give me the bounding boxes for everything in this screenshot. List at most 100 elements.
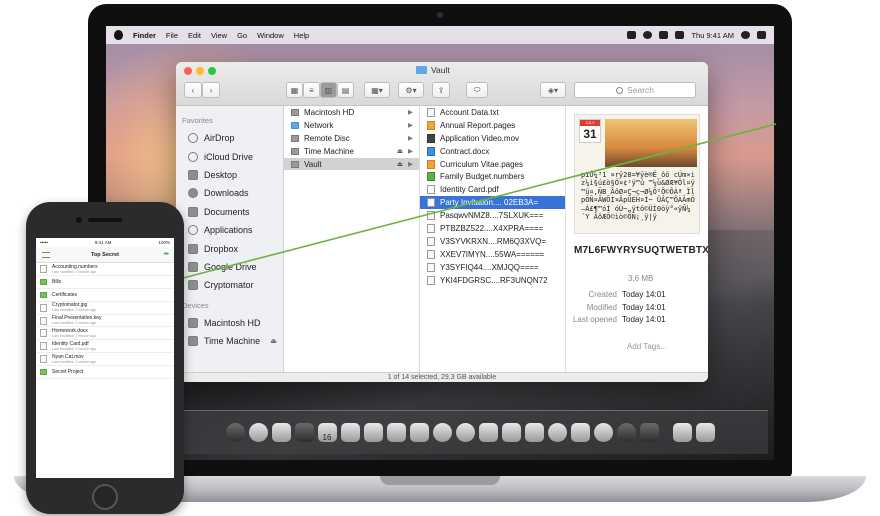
reminders-icon[interactable] — [363, 423, 383, 442]
menu-view[interactable]: View — [211, 31, 227, 40]
list-item[interactable]: Remote Disc ▶ — [284, 132, 419, 145]
sidebar-item-icloud-drive[interactable]: iCloud Drive — [176, 147, 283, 165]
home-button[interactable] — [92, 484, 118, 510]
trash-icon[interactable] — [695, 423, 715, 442]
list-item[interactable]: Annual Report.pages — [420, 119, 565, 132]
list-item[interactable]: Bills — [36, 276, 174, 289]
minimize-window-button[interactable] — [196, 67, 204, 75]
list-item[interactable]: Family Budget.numbers — [420, 170, 565, 183]
numbers-file-icon — [427, 172, 435, 182]
menu-go[interactable]: Go — [237, 31, 247, 40]
battery-icon[interactable] — [675, 31, 685, 39]
menu-help[interactable]: Help — [294, 31, 309, 40]
cryptomator-icon[interactable] — [639, 423, 659, 442]
sidebar-item-applications[interactable]: Applications — [176, 221, 283, 239]
list-item[interactable]: Contract.docx — [420, 145, 565, 158]
action-button[interactable]: ⚙▾ — [398, 82, 424, 98]
contacts-icon[interactable] — [294, 423, 314, 442]
menu-clock[interactable]: Thu 9:41 AM — [691, 31, 734, 40]
list-item[interactable]: Identity Card.pdf — [420, 183, 565, 196]
dropbox-button[interactable]: ◈▾ — [540, 82, 566, 98]
cover-flow-button[interactable]: ▤ — [337, 82, 354, 98]
list-item[interactable]: Final Presentation.key Last modified: 1 m… — [36, 315, 174, 328]
list-item[interactable]: Time Machine ⏏ ▶ — [284, 145, 419, 158]
mail-icon[interactable] — [271, 423, 291, 442]
sidebar-item-downloads[interactable]: Downloads — [176, 184, 283, 202]
sidebar-item-google-drive[interactable]: Google Drive — [176, 258, 283, 276]
sidebar-item-airdrop[interactable]: AirDrop — [176, 129, 283, 147]
sidebar-item-time-machine[interactable]: Time Machine ⏏ — [176, 332, 283, 350]
notification-center-icon[interactable] — [757, 31, 766, 39]
pages-icon[interactable] — [478, 423, 498, 442]
edit-tags-button[interactable]: ⬭ — [466, 82, 488, 98]
zoom-window-button[interactable] — [208, 67, 216, 75]
list-item[interactable]: Certificates — [36, 289, 174, 302]
itunes-icon[interactable] — [547, 423, 567, 442]
wifi-icon[interactable] — [643, 31, 653, 39]
notes-icon[interactable] — [340, 423, 360, 442]
list-item[interactable]: Network ▶ — [284, 119, 419, 132]
list-item[interactable]: Identity Card.pdf Last modified: 1 minute… — [36, 340, 174, 354]
list-item[interactable]: Application Video.mov — [420, 132, 565, 145]
list-item[interactable]: Secret Project — [36, 366, 174, 380]
list-item[interactable]: XXEV7IMYN....55WA====== — [420, 248, 565, 261]
menu-file[interactable]: File — [166, 31, 178, 40]
safari-icon[interactable] — [248, 423, 268, 442]
back-button[interactable]: ‹ — [184, 82, 202, 98]
eject-icon[interactable]: ⏏ — [397, 147, 403, 155]
list-item[interactable]: Curriculum Vitae.pages — [420, 158, 565, 171]
forward-button[interactable]: › — [202, 82, 220, 98]
add-tags-field[interactable]: Add Tags... — [627, 342, 667, 351]
keynote-icon[interactable] — [524, 423, 544, 442]
downloads-stack-icon[interactable] — [672, 423, 692, 442]
more-options-icon[interactable]: ••• — [164, 251, 169, 258]
list-item[interactable]: Account Data.txt — [420, 106, 565, 119]
sidebar-item-desktop[interactable]: Desktop — [176, 166, 283, 184]
facetime-icon[interactable] — [455, 423, 475, 442]
bluetooth-icon[interactable] — [627, 31, 637, 39]
messages-icon[interactable] — [432, 423, 452, 442]
list-item-selected[interactable]: Party Invitation.... 02EB3A= — [420, 196, 565, 210]
list-item[interactable]: Nyan Cat.mov Last modified: 1 minute ago — [36, 353, 174, 367]
list-item[interactable]: Homework.docx Last modified: 1 minute ago — [36, 327, 174, 341]
launchpad-icon[interactable] — [225, 423, 245, 442]
list-item[interactable]: PTBZBZ522....X4XPRA==== — [420, 222, 565, 235]
list-item[interactable]: YKI4FDGRSC....RF3UNQN72 — [420, 274, 565, 287]
spotlight-icon[interactable] — [741, 31, 750, 39]
calendar-icon[interactable]: 16 — [317, 423, 337, 442]
menu-window[interactable]: Window — [257, 31, 284, 40]
list-item[interactable]: Macintosh HD ▶ — [284, 106, 419, 119]
maps-icon[interactable] — [386, 423, 406, 442]
numbers-icon[interactable] — [501, 423, 521, 442]
menu-edit[interactable]: Edit — [188, 31, 201, 40]
sidebar-item-documents[interactable]: Documents — [176, 203, 283, 221]
menu-finder[interactable]: Finder — [133, 31, 156, 40]
hamburger-menu-icon[interactable] — [42, 252, 50, 258]
close-window-button[interactable] — [184, 67, 192, 75]
list-item[interactable]: Accounting.numbers Last modified: 1 minut… — [36, 263, 174, 276]
list-item[interactable]: Y3SYFIQ44....XMJQQ==== — [420, 261, 565, 274]
volume-icon[interactable] — [659, 31, 669, 39]
eject-icon[interactable]: ⏏ — [397, 160, 403, 168]
list-item[interactable]: Cryptomator.jpg Last modified: 1 minute a… — [36, 302, 174, 315]
arrange-button[interactable]: ▦▾ — [364, 82, 390, 98]
list-item[interactable]: PasqwvNMZ8....7SLXUK=== — [420, 209, 565, 222]
sidebar-item-macintosh-hd[interactable]: Macintosh HD — [176, 314, 283, 332]
list-item[interactable]: V3SYVKRXN....RM6Q3XVQ= — [420, 235, 565, 248]
list-item-selected[interactable]: Vault ⏏ ▶ — [284, 157, 419, 171]
sidebar-item-cryptomator[interactable]: Cryptomator — [176, 276, 283, 294]
icon-view-button[interactable]: ▦ — [286, 82, 303, 98]
info-label: Created — [588, 290, 617, 299]
column-view-button[interactable]: ▥ — [320, 82, 337, 98]
eject-icon[interactable]: ⏏ — [270, 337, 277, 345]
apple-icon[interactable] — [114, 30, 123, 40]
sidebar-item-dropbox[interactable]: Dropbox — [176, 239, 283, 257]
share-button[interactable]: ⇪ — [432, 82, 450, 98]
photos-icon[interactable] — [409, 423, 429, 442]
menu-extras: Thu 9:41 AM — [627, 31, 766, 40]
list-view-button[interactable]: ≡ — [303, 82, 320, 98]
ibooks-icon[interactable] — [570, 423, 590, 442]
system-preferences-icon[interactable] — [616, 423, 636, 442]
search-input[interactable]: Search — [574, 82, 696, 98]
app-store-icon[interactable] — [593, 423, 613, 442]
